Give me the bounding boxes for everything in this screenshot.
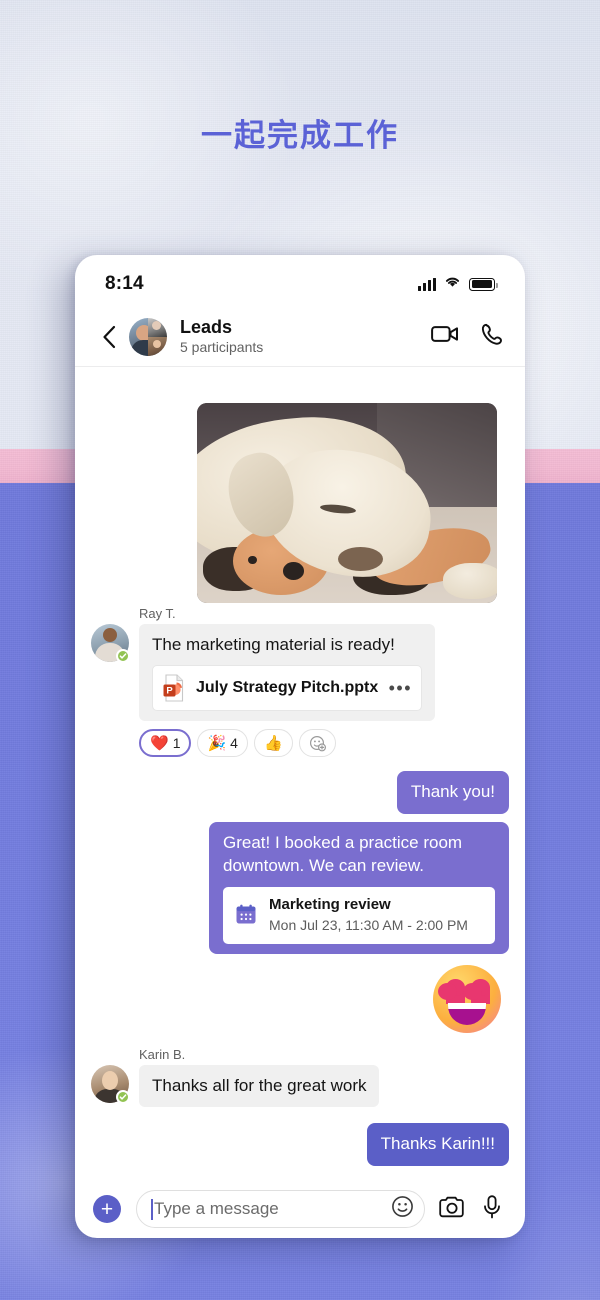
status-time: 8:14: [105, 273, 144, 294]
message-row: Thank you!: [91, 771, 509, 815]
message-input[interactable]: Type a message: [136, 1190, 425, 1228]
group-avatar[interactable]: [129, 317, 167, 356]
photo-message[interactable]: [197, 403, 497, 603]
add-reaction-icon: [309, 735, 326, 751]
chat-participants: 5 participants: [180, 339, 264, 356]
thumbs-up-icon: 👍: [263, 734, 283, 752]
heart-icon: ❤️: [150, 734, 169, 752]
sender-name: Ray T.: [139, 606, 176, 621]
text-cursor: [151, 1198, 153, 1220]
avatar[interactable]: [91, 624, 130, 663]
file-attachment-card[interactable]: P July Strategy Pitch.pptx •••: [152, 665, 422, 712]
svg-text:P: P: [166, 686, 173, 697]
heart-reaction[interactable]: ❤️ 1: [139, 729, 192, 758]
reaction-count: 1: [172, 735, 181, 752]
chat-header: Leads 5 participants: [75, 307, 525, 367]
microphone-button[interactable]: [483, 1194, 501, 1224]
heart-eyes-emoji-message[interactable]: [433, 964, 501, 1033]
compose-actions: [439, 1194, 501, 1224]
calendar-event-text: Marketing review Mon Jul 23, 11:30 AM - …: [269, 896, 468, 935]
message-bubble[interactable]: The marketing material is ready! P July …: [139, 624, 435, 722]
page-title: 一起完成工作: [201, 118, 399, 154]
presence-available-badge: [116, 1089, 130, 1104]
emoji-smiley-icon: [392, 1196, 413, 1217]
avatar-photo-1: [129, 317, 159, 356]
chat-title-block[interactable]: Leads 5 participants: [180, 317, 431, 357]
message-row: Ray T. The marketing material is ready!: [91, 606, 509, 758]
message-row: Thanks Karin!!!: [91, 1122, 509, 1166]
reaction-bar: ❤️ 1 🎉 4 👍: [139, 729, 435, 758]
message-bubble[interactable]: Thanks all for the great work: [139, 1064, 380, 1107]
status-bar: 8:14: [75, 255, 525, 307]
celebrate-reaction[interactable]: 🎉 4: [197, 729, 248, 758]
add-reaction-button[interactable]: [298, 729, 336, 758]
file-name: July Strategy Pitch.pptx: [196, 678, 379, 696]
audio-call-button[interactable]: [481, 323, 503, 351]
chat-header-actions: [431, 323, 503, 351]
event-time: Mon Jul 23, 11:30 AM - 2:00 PM: [269, 916, 468, 933]
phone-mockup: 8:14 Leads 5 participants Ray T. The mar…: [75, 255, 525, 1238]
chat-title: Leads: [180, 316, 233, 337]
camera-icon: [439, 1196, 464, 1217]
message-row: Great! I booked a practice room downtown…: [91, 822, 509, 954]
file-overflow-menu-button[interactable]: •••: [389, 679, 412, 697]
message-bubble-outgoing[interactable]: Great! I booked a practice room downtown…: [209, 822, 509, 954]
add-attachment-button[interactable]: +: [93, 1195, 121, 1223]
status-icons: [418, 275, 498, 293]
emoji-mouth: [448, 1002, 486, 1025]
photo-dog-paw: [443, 563, 497, 599]
video-call-button[interactable]: [431, 324, 459, 349]
compose-bar: + Type a message: [75, 1177, 525, 1238]
calendar-icon: [234, 903, 258, 927]
cellular-signal-icon: [418, 277, 436, 291]
presence-available-badge: [116, 649, 130, 663]
message-row: Karin B. Thanks all for the great work: [91, 1047, 509, 1107]
message-content: Ray T. The marketing material is ready!: [139, 606, 435, 758]
heart-eye-right-icon: [463, 978, 490, 1004]
message-list[interactable]: Ray T. The marketing material is ready!: [75, 367, 525, 1177]
party-popper-icon: 🎉: [207, 734, 227, 752]
message-incoming: Karin B. Thanks all for the great work: [91, 1046, 380, 1107]
emoji-picker-button[interactable]: [391, 1195, 414, 1223]
reaction-count: 4: [230, 735, 238, 752]
scene: 一起完成工作 8:14 Leads 5 participants Ray T. …: [0, 0, 600, 1300]
message-text: The marketing material is ready!: [152, 635, 395, 654]
microphone-icon: [484, 1194, 500, 1218]
message-bubble-outgoing[interactable]: Thanks Karin!!!: [366, 1122, 509, 1166]
message-row: [91, 383, 509, 603]
message-content: Karin B. Thanks all for the great work: [139, 1046, 380, 1107]
avatar[interactable]: [91, 1064, 130, 1104]
message-bubble-outgoing[interactable]: Thank you!: [396, 771, 509, 815]
photo-dog-snout: [338, 547, 383, 571]
avatar-photo-2: [148, 317, 167, 337]
battery-full-icon: [469, 277, 498, 291]
calendar-event-card[interactable]: Marketing review Mon Jul 23, 11:30 AM - …: [223, 886, 495, 944]
video-call-icon: [431, 326, 458, 342]
message-text: Great! I booked a practice room downtown…: [223, 833, 463, 875]
message-incoming: Ray T. The marketing material is ready!: [91, 606, 435, 758]
message-input-placeholder: Type a message: [154, 1199, 279, 1218]
back-button[interactable]: [93, 325, 125, 349]
chevron-left-icon: [103, 325, 116, 348]
event-title: Marketing review: [269, 895, 391, 913]
audio-call-icon: [481, 323, 502, 345]
avatar-photo-3: [148, 336, 167, 356]
camera-button[interactable]: [439, 1196, 465, 1223]
sender-name: Karin B.: [139, 1046, 186, 1062]
thumbsup-reaction[interactable]: 👍: [253, 729, 293, 758]
message-row: [91, 957, 509, 1037]
wifi-icon: [444, 275, 461, 293]
powerpoint-file-icon: P: [162, 674, 186, 702]
